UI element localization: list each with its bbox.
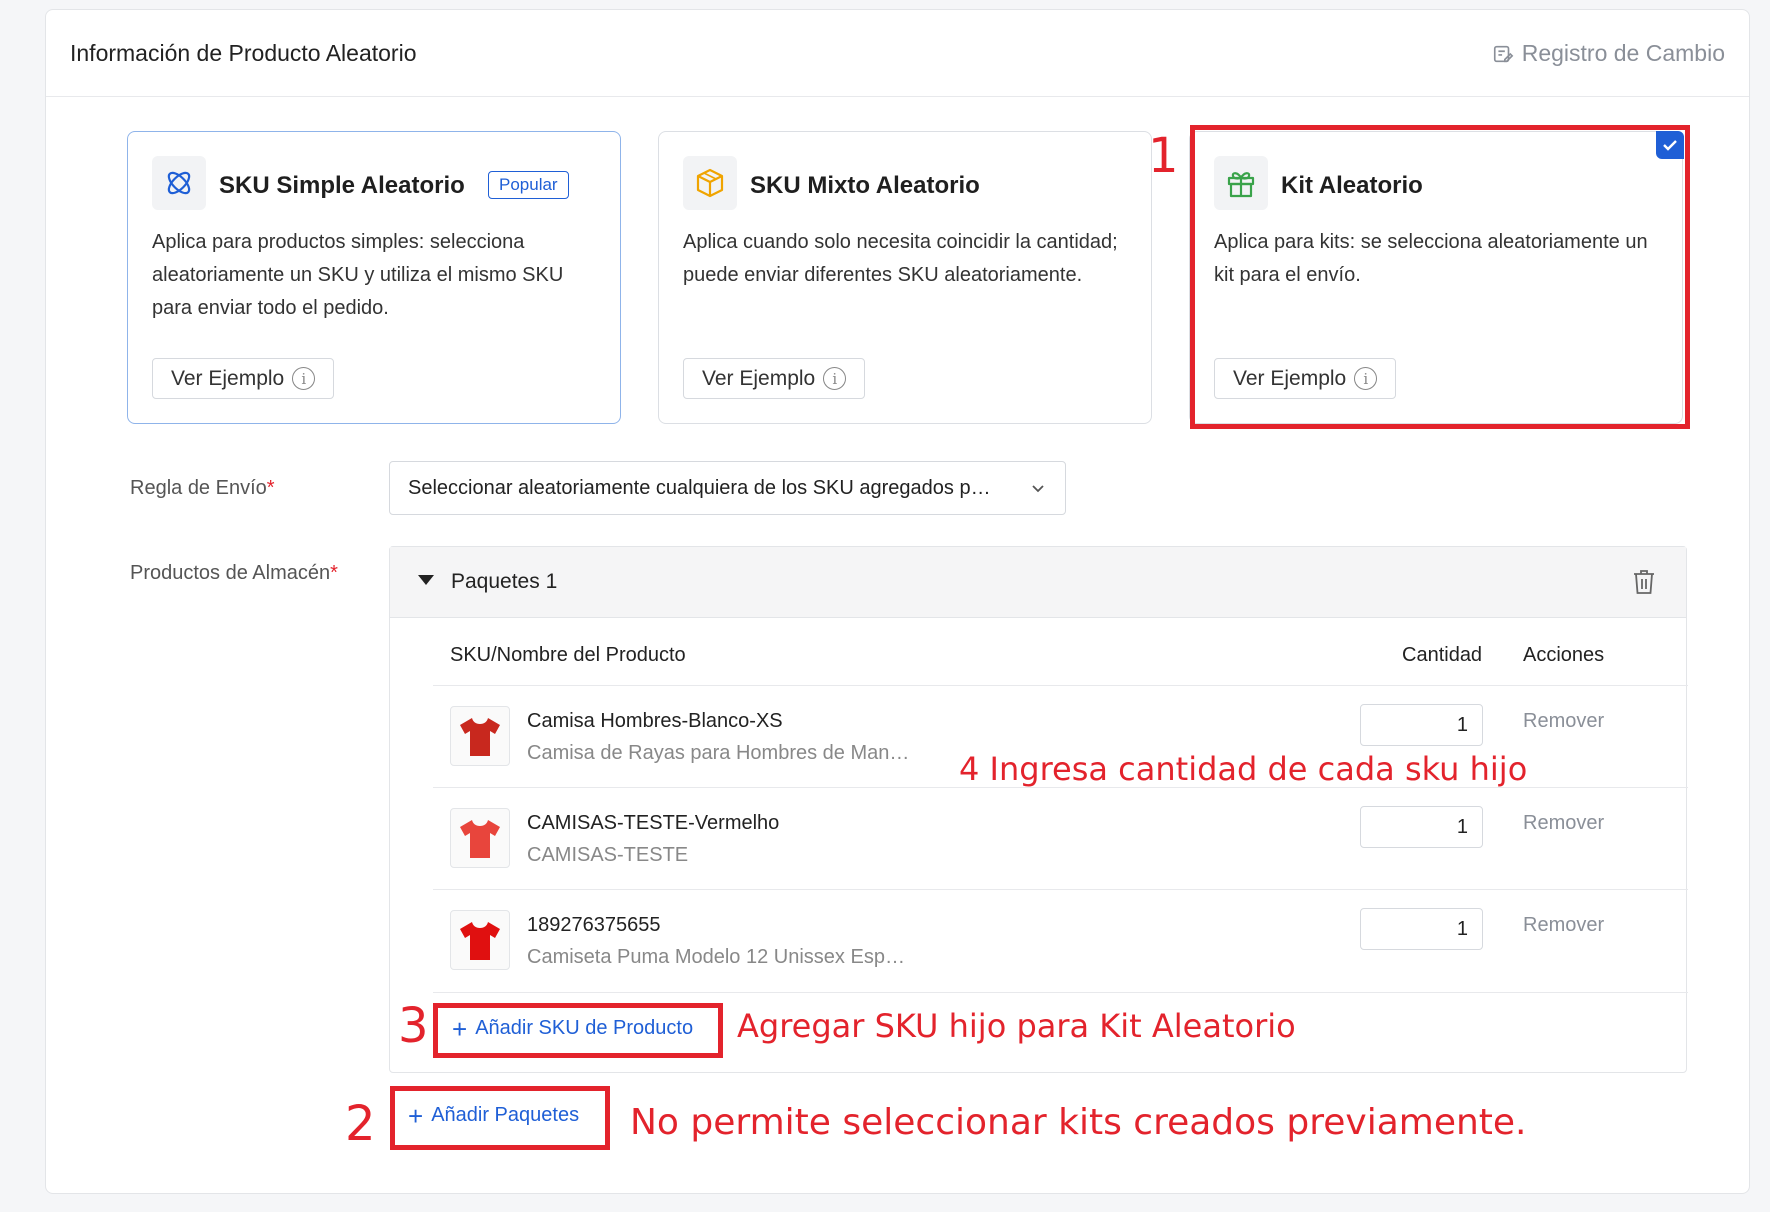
table-row: CAMISAS-TESTE-Vermelho CAMISAS-TESTE Rem…	[433, 788, 1688, 890]
product-name: Camisa Hombres-Blanco-XS	[527, 710, 783, 732]
annotation-box-add-package	[390, 1086, 610, 1150]
panel-title: Información de Producto Aleatorio	[70, 40, 417, 66]
annotation-box-kit	[1190, 125, 1690, 429]
tshirt-icon	[460, 718, 500, 756]
package-title: Paquetes 1	[451, 570, 558, 593]
annotation-add-sku-note: Agregar SKU hijo para Kit Aleatorio	[737, 1007, 1296, 1045]
package-panel: Paquetes 1 SKU/Nombre del Producto Canti…	[389, 546, 1688, 1073]
product-thumbnail	[450, 706, 510, 766]
product-subtitle: Camisa de Rayas para Hombres de Man…	[527, 742, 910, 764]
table-row: 189276375655 Camiseta Puma Modelo 12 Uni…	[433, 890, 1688, 992]
column-header-actions: Acciones	[1523, 644, 1605, 666]
info-icon: i	[292, 367, 316, 390]
package-header[interactable]: Paquetes 1	[390, 547, 1686, 618]
product-thumbnail	[450, 910, 510, 970]
popular-badge: Popular	[488, 171, 569, 199]
info-icon: i	[823, 367, 847, 390]
card-title: SKU Mixto Aleatorio	[750, 172, 980, 199]
annotation-number-1: 1	[1148, 128, 1179, 184]
required-mark: *	[266, 477, 275, 499]
quantity-input[interactable]	[1360, 806, 1483, 848]
card-icon-box	[152, 156, 206, 210]
shipping-rule-value: Seleccionar aleatoriamente cualquiera de…	[408, 476, 991, 499]
quantity-input[interactable]	[1360, 704, 1483, 746]
product-subtitle: CAMISAS-TESTE	[527, 844, 689, 866]
column-header-qty: Cantidad	[1402, 644, 1483, 666]
card-title: SKU Simple Aleatorio	[219, 172, 465, 199]
changelog-label: Registro de Cambio	[1521, 40, 1725, 66]
trash-icon[interactable]	[1632, 569, 1656, 595]
warehouse-products-label: Productos de Almacén*	[130, 562, 338, 585]
required-mark: *	[330, 562, 338, 584]
card-description: Aplica cuando solo necesita coincidir la…	[683, 231, 1118, 286]
remove-button[interactable]: Remover	[1523, 812, 1604, 835]
view-example-label: Ver Ejemplo	[171, 366, 285, 390]
view-example-button[interactable]: Ver Ejemplo i	[152, 358, 335, 399]
card-icon-box	[683, 156, 737, 210]
product-subtitle: Camiseta Puma Modelo 12 Unissex Esp…	[527, 946, 905, 968]
panel-header: Información de Producto Aleatorio Regist…	[46, 10, 1749, 97]
shipping-rule-select[interactable]: Seleccionar aleatoriamente cualquiera de…	[389, 461, 1066, 515]
annotation-add-package-note: No permite seleccionar kits creados prev…	[630, 1102, 1527, 1143]
remove-button[interactable]: Remover	[1523, 710, 1604, 733]
view-example-button[interactable]: Ver Ejemplo i	[683, 358, 866, 399]
remove-button[interactable]: Remover	[1523, 914, 1604, 937]
annotation-qty-note: 4 Ingresa cantidad de cada sku hijo	[959, 750, 1528, 788]
quantity-input[interactable]	[1360, 908, 1483, 950]
tshirt-icon	[460, 820, 500, 858]
warehouse-products-label-text: Productos de Almacén	[130, 562, 331, 584]
shipping-rule-label-text: Regla de Envío	[130, 477, 267, 499]
edit-log-icon	[1493, 45, 1514, 62]
product-name: CAMISAS-TESTE-Vermelho	[527, 812, 780, 834]
product-thumbnail	[450, 808, 510, 868]
view-example-label: Ver Ejemplo	[702, 366, 816, 390]
column-header-sku: SKU/Nombre del Producto	[450, 644, 686, 666]
caret-down-icon[interactable]	[418, 575, 434, 585]
row-divider	[433, 992, 1688, 993]
annotation-number-2: 2	[345, 1096, 376, 1152]
annotation-box-add-sku	[433, 1003, 723, 1058]
shipping-rule-label: Regla de Envío*	[130, 477, 275, 500]
chevron-down-icon	[1032, 485, 1044, 493]
card-sku-mixed[interactable]: SKU Mixto Aleatorio Aplica cuando solo n…	[658, 131, 1152, 424]
product-name: 189276375655	[527, 914, 661, 936]
atom-icon	[167, 171, 191, 195]
annotation-number-3: 3	[398, 998, 429, 1054]
box-icon	[696, 168, 724, 198]
changelog-link[interactable]: Registro de Cambio	[1492, 40, 1725, 67]
tshirt-icon	[460, 922, 500, 960]
card-description: Aplica para productos simples: seleccion…	[152, 231, 564, 319]
card-sku-simple[interactable]: SKU Simple Aleatorio Popular Aplica para…	[127, 131, 621, 424]
